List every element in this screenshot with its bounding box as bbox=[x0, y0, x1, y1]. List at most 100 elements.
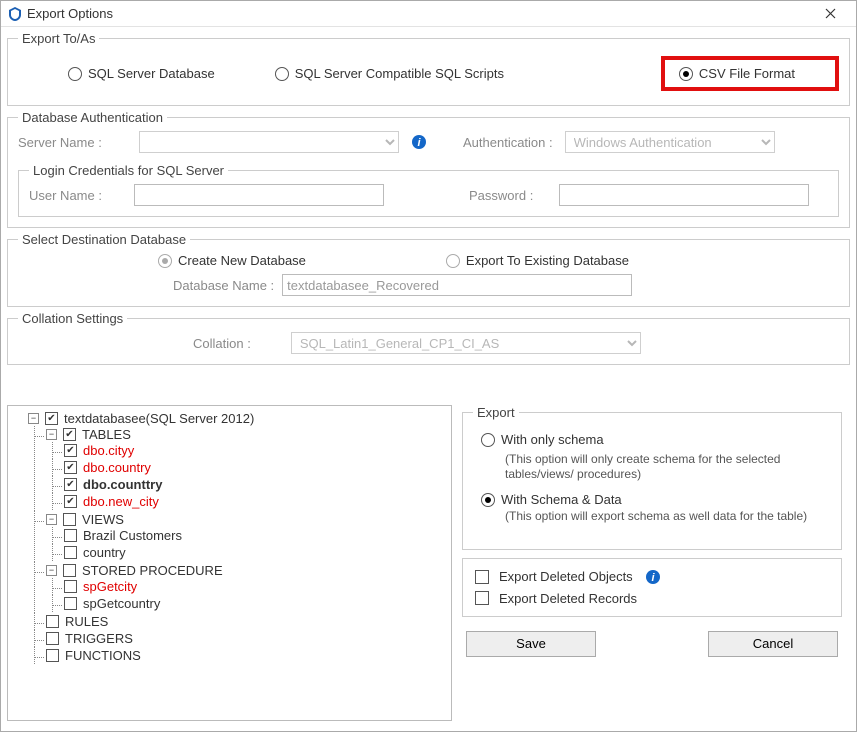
tree-label: country bbox=[83, 545, 126, 560]
checkbox-icon[interactable] bbox=[63, 513, 76, 526]
save-button[interactable]: Save bbox=[466, 631, 596, 657]
tree-table-item[interactable]: ✔ dbo.cityy bbox=[64, 443, 449, 458]
csv-highlight: CSV File Format bbox=[661, 56, 839, 91]
radio-schema-only[interactable]: With only schema bbox=[481, 432, 604, 447]
radio-sql-scripts[interactable]: SQL Server Compatible SQL Scripts bbox=[275, 66, 504, 81]
tree-label: dbo.new_city bbox=[83, 494, 159, 509]
collation-legend: Collation Settings bbox=[18, 311, 127, 326]
radio-csv[interactable]: CSV File Format bbox=[679, 66, 795, 81]
tree-label: STORED PROCEDURE bbox=[82, 563, 223, 578]
db-auth-group: Database Authentication Server Name : i … bbox=[7, 110, 850, 228]
checkbox-checked-icon[interactable]: ✔ bbox=[64, 444, 77, 457]
collapse-icon[interactable]: − bbox=[28, 413, 39, 424]
close-icon bbox=[825, 8, 836, 19]
dbname-label: Database Name : bbox=[173, 278, 274, 293]
deleted-records-label: Export Deleted Records bbox=[499, 591, 637, 606]
collation-group: Collation Settings Collation : SQL_Latin… bbox=[7, 311, 850, 365]
radio-label: Create New Database bbox=[178, 253, 306, 268]
tree-triggers[interactable]: TRIGGERS bbox=[46, 631, 449, 646]
checkbox-icon[interactable] bbox=[63, 564, 76, 577]
dbname-input[interactable] bbox=[282, 274, 632, 296]
titlebar: Export Options bbox=[1, 1, 856, 27]
tree-label: dbo.country bbox=[83, 460, 151, 475]
checkbox-icon[interactable] bbox=[64, 546, 77, 559]
schema-data-desc: (This option will export schema as well … bbox=[505, 509, 823, 525]
tree-label: VIEWS bbox=[82, 512, 124, 527]
export-deleted-group: Export Deleted Objects i Export Deleted … bbox=[462, 558, 842, 617]
radio-icon bbox=[679, 67, 693, 81]
checkbox-checked-icon[interactable]: ✔ bbox=[45, 412, 58, 425]
tree-label: spGetcountry bbox=[83, 596, 160, 611]
tree-view-item[interactable]: Brazil Customers bbox=[64, 528, 449, 543]
window-title: Export Options bbox=[23, 6, 810, 21]
login-credentials-group: Login Credentials for SQL Server User Na… bbox=[18, 163, 839, 217]
checkbox-icon[interactable] bbox=[46, 632, 59, 645]
password-label: Password : bbox=[469, 188, 559, 203]
collation-label: Collation : bbox=[193, 336, 251, 351]
checkbox-deleted-objects[interactable] bbox=[475, 570, 489, 584]
username-input[interactable] bbox=[134, 184, 384, 206]
tree-sp-item[interactable]: spGetcountry bbox=[64, 596, 449, 611]
radio-label: With only schema bbox=[501, 432, 604, 447]
dest-db-group: Select Destination Database Create New D… bbox=[7, 232, 850, 307]
tree-sp-item[interactable]: spGetcity bbox=[64, 579, 449, 594]
checkbox-icon[interactable] bbox=[64, 597, 77, 610]
dest-db-legend: Select Destination Database bbox=[18, 232, 190, 247]
tree-tables[interactable]: − ✔ TABLES bbox=[46, 427, 449, 442]
tree-functions[interactable]: FUNCTIONS bbox=[46, 648, 449, 663]
tree-label: spGetcity bbox=[83, 579, 137, 594]
radio-create-db[interactable]: Create New Database bbox=[158, 253, 306, 268]
tree-label: textdatabasee(SQL Server 2012) bbox=[64, 411, 254, 426]
password-input[interactable] bbox=[559, 184, 809, 206]
checkbox-icon[interactable] bbox=[46, 649, 59, 662]
checkbox-checked-icon[interactable]: ✔ bbox=[64, 478, 77, 491]
tree-label: dbo.cityy bbox=[83, 443, 134, 458]
export-options-window: Export Options Export To/As SQL Server D… bbox=[0, 0, 857, 732]
radio-label: SQL Server Database bbox=[88, 66, 215, 81]
close-button[interactable] bbox=[810, 1, 850, 27]
tree-label: TRIGGERS bbox=[65, 631, 133, 646]
radio-sql-server-db[interactable]: SQL Server Database bbox=[68, 66, 215, 81]
tree-rules[interactable]: RULES bbox=[46, 614, 449, 629]
deleted-objects-label: Export Deleted Objects bbox=[499, 569, 633, 584]
checkbox-deleted-records[interactable] bbox=[475, 591, 489, 605]
info-icon[interactable]: i bbox=[411, 134, 427, 150]
checkbox-checked-icon[interactable]: ✔ bbox=[64, 461, 77, 474]
radio-icon bbox=[481, 433, 495, 447]
tree-label: TABLES bbox=[82, 427, 131, 442]
collapse-icon[interactable]: − bbox=[46, 429, 57, 440]
checkbox-checked-icon[interactable]: ✔ bbox=[64, 495, 77, 508]
server-name-label: Server Name : bbox=[18, 135, 133, 150]
tree-table-item[interactable]: ✔dbo.counttry bbox=[64, 477, 449, 492]
authentication-select[interactable]: Windows Authentication bbox=[565, 131, 775, 153]
export-to-legend: Export To/As bbox=[18, 31, 99, 46]
collation-select[interactable]: SQL_Latin1_General_CP1_CI_AS bbox=[291, 332, 641, 354]
radio-existing-db[interactable]: Export To Existing Database bbox=[446, 253, 629, 268]
username-label: User Name : bbox=[29, 188, 134, 203]
radio-icon bbox=[481, 493, 495, 507]
export-to-group: Export To/As SQL Server Database SQL Ser… bbox=[7, 31, 850, 106]
info-icon[interactable]: i bbox=[645, 569, 661, 585]
export-legend: Export bbox=[473, 405, 519, 420]
tree-stored-procedure[interactable]: − STORED PROCEDURE bbox=[46, 563, 449, 578]
radio-label: Export To Existing Database bbox=[466, 253, 629, 268]
tree-views[interactable]: − VIEWS bbox=[46, 512, 449, 527]
checkbox-icon[interactable] bbox=[46, 615, 59, 628]
cancel-button[interactable]: Cancel bbox=[708, 631, 838, 657]
tree-label: RULES bbox=[65, 614, 108, 629]
radio-label: With Schema & Data bbox=[501, 492, 622, 507]
radio-icon bbox=[158, 254, 172, 268]
tree-view-item[interactable]: country bbox=[64, 545, 449, 560]
checkbox-icon[interactable] bbox=[64, 529, 77, 542]
collapse-icon[interactable]: − bbox=[46, 565, 57, 576]
collapse-icon[interactable]: − bbox=[46, 514, 57, 525]
tree-root[interactable]: − ✔ textdatabasee(SQL Server 2012) bbox=[28, 411, 449, 426]
radio-schema-data[interactable]: With Schema & Data bbox=[481, 492, 622, 507]
checkbox-icon[interactable] bbox=[64, 580, 77, 593]
checkbox-checked-icon[interactable]: ✔ bbox=[63, 428, 76, 441]
server-name-select[interactable] bbox=[139, 131, 399, 153]
object-tree[interactable]: − ✔ textdatabasee(SQL Server 2012) − ✔ T… bbox=[7, 405, 452, 721]
tree-table-item[interactable]: ✔ dbo.new_city bbox=[64, 494, 449, 509]
authentication-label: Authentication : bbox=[463, 135, 553, 150]
tree-table-item[interactable]: ✔ dbo.country bbox=[64, 460, 449, 475]
